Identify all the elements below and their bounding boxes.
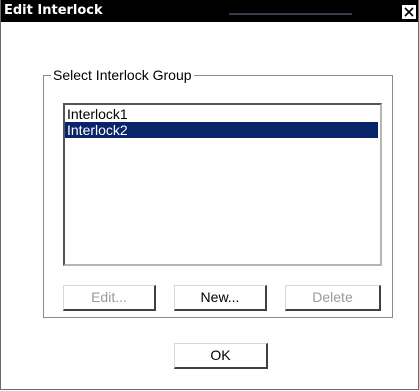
group-label: Select Interlock Group xyxy=(51,67,194,83)
edit-button[interactable]: Edit... xyxy=(63,285,156,311)
window-title: Edit Interlock xyxy=(4,3,103,18)
delete-button[interactable]: Delete xyxy=(285,285,381,311)
close-button[interactable] xyxy=(401,4,417,20)
title-bar[interactable]: Edit Interlock xyxy=(1,0,418,22)
new-button[interactable]: New... xyxy=(174,285,267,311)
title-bar-divider xyxy=(229,13,352,15)
close-icon xyxy=(404,7,414,17)
ok-button[interactable]: OK xyxy=(174,343,268,369)
interlock-group-list[interactable]: Interlock1 Interlock2 xyxy=(63,103,382,266)
edit-interlock-dialog: Edit Interlock Select Interlock Group In… xyxy=(0,0,419,390)
list-item-interlock1[interactable]: Interlock1 xyxy=(65,106,378,122)
list-item-interlock2[interactable]: Interlock2 xyxy=(65,122,378,138)
